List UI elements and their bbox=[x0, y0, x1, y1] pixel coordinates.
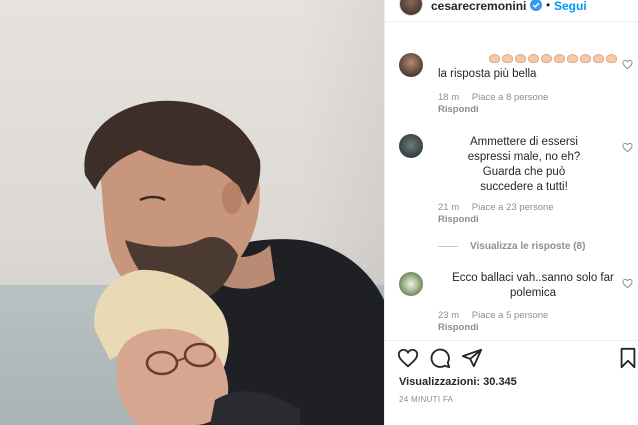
follow-button[interactable]: Segui bbox=[554, 0, 587, 13]
clapping-hands-emoji bbox=[541, 54, 552, 64]
comment-text: Ecco ballaci vah..sanno solo far polemic… bbox=[452, 272, 614, 299]
comments-list[interactable]: la risposta più bella 18 m Piace a 8 per… bbox=[385, 22, 638, 340]
post-media[interactable] bbox=[0, 0, 384, 425]
commenter-avatar[interactable] bbox=[399, 53, 423, 77]
view-replies-label: Visualizza le risposte (8) bbox=[470, 241, 586, 252]
comment-likes[interactable]: Piace a 8 persone bbox=[472, 92, 549, 103]
verified-badge-icon bbox=[530, 0, 542, 11]
clapping-hands-emoji bbox=[528, 54, 539, 64]
posted-time: 24 MINUTI FA bbox=[399, 395, 454, 404]
commenter-avatar[interactable] bbox=[399, 272, 423, 296]
views-count: Visualizzazioni: 30.345 bbox=[399, 376, 517, 388]
author-avatar[interactable] bbox=[399, 0, 423, 16]
emoji-row bbox=[438, 52, 618, 67]
post-side-panel: cesarecremonini • Segui la risposta più … bbox=[384, 0, 638, 425]
clapping-hands-emoji bbox=[567, 54, 578, 64]
comment-time: 18 m bbox=[438, 92, 460, 103]
like-comment-heart-icon[interactable] bbox=[622, 59, 633, 70]
clapping-hands-emoji bbox=[606, 54, 617, 64]
clapping-hands-emoji bbox=[515, 54, 526, 64]
clapping-hands-emoji bbox=[554, 54, 565, 64]
comment-likes[interactable]: Piace a 5 persone bbox=[472, 310, 549, 321]
clapping-hands-emoji bbox=[593, 54, 604, 64]
header-separator: • bbox=[546, 0, 551, 12]
like-comment-heart-icon[interactable] bbox=[622, 278, 633, 289]
comment-text: la risposta più bella bbox=[438, 68, 537, 80]
heart-icon[interactable] bbox=[397, 347, 419, 369]
replies-divider-line bbox=[438, 245, 458, 247]
clapping-hands-emoji bbox=[489, 54, 500, 64]
share-icon[interactable] bbox=[461, 347, 483, 369]
commenter-avatar[interactable] bbox=[399, 134, 423, 158]
post-actions-bar: Visualizzazioni: 30.345 24 MINUTI FA bbox=[385, 340, 638, 425]
view-replies-button[interactable]: Visualizza le risposte (8) bbox=[438, 241, 585, 252]
video-frame-illustration bbox=[84, 100, 384, 425]
comment-likes[interactable]: Piace a 23 persone bbox=[472, 202, 554, 213]
clapping-hands-emoji bbox=[502, 54, 513, 64]
author-username[interactable]: cesarecremonini bbox=[431, 0, 526, 13]
comment-time: 21 m bbox=[438, 202, 460, 213]
post-header: cesarecremonini • Segui bbox=[385, 0, 638, 22]
clapping-hands-emoji bbox=[580, 54, 591, 64]
bookmark-icon[interactable] bbox=[617, 347, 638, 369]
reply-button[interactable]: Rispondi bbox=[438, 322, 548, 334]
comment-time: 23 m bbox=[438, 310, 460, 321]
comment-icon[interactable] bbox=[429, 347, 451, 369]
comment-text: Ammettere di essersi espressi male, no e… bbox=[467, 136, 581, 193]
like-comment-heart-icon[interactable] bbox=[622, 142, 633, 153]
reply-button[interactable]: Rispondi bbox=[438, 214, 554, 226]
reply-button[interactable]: Rispondi bbox=[438, 104, 548, 116]
